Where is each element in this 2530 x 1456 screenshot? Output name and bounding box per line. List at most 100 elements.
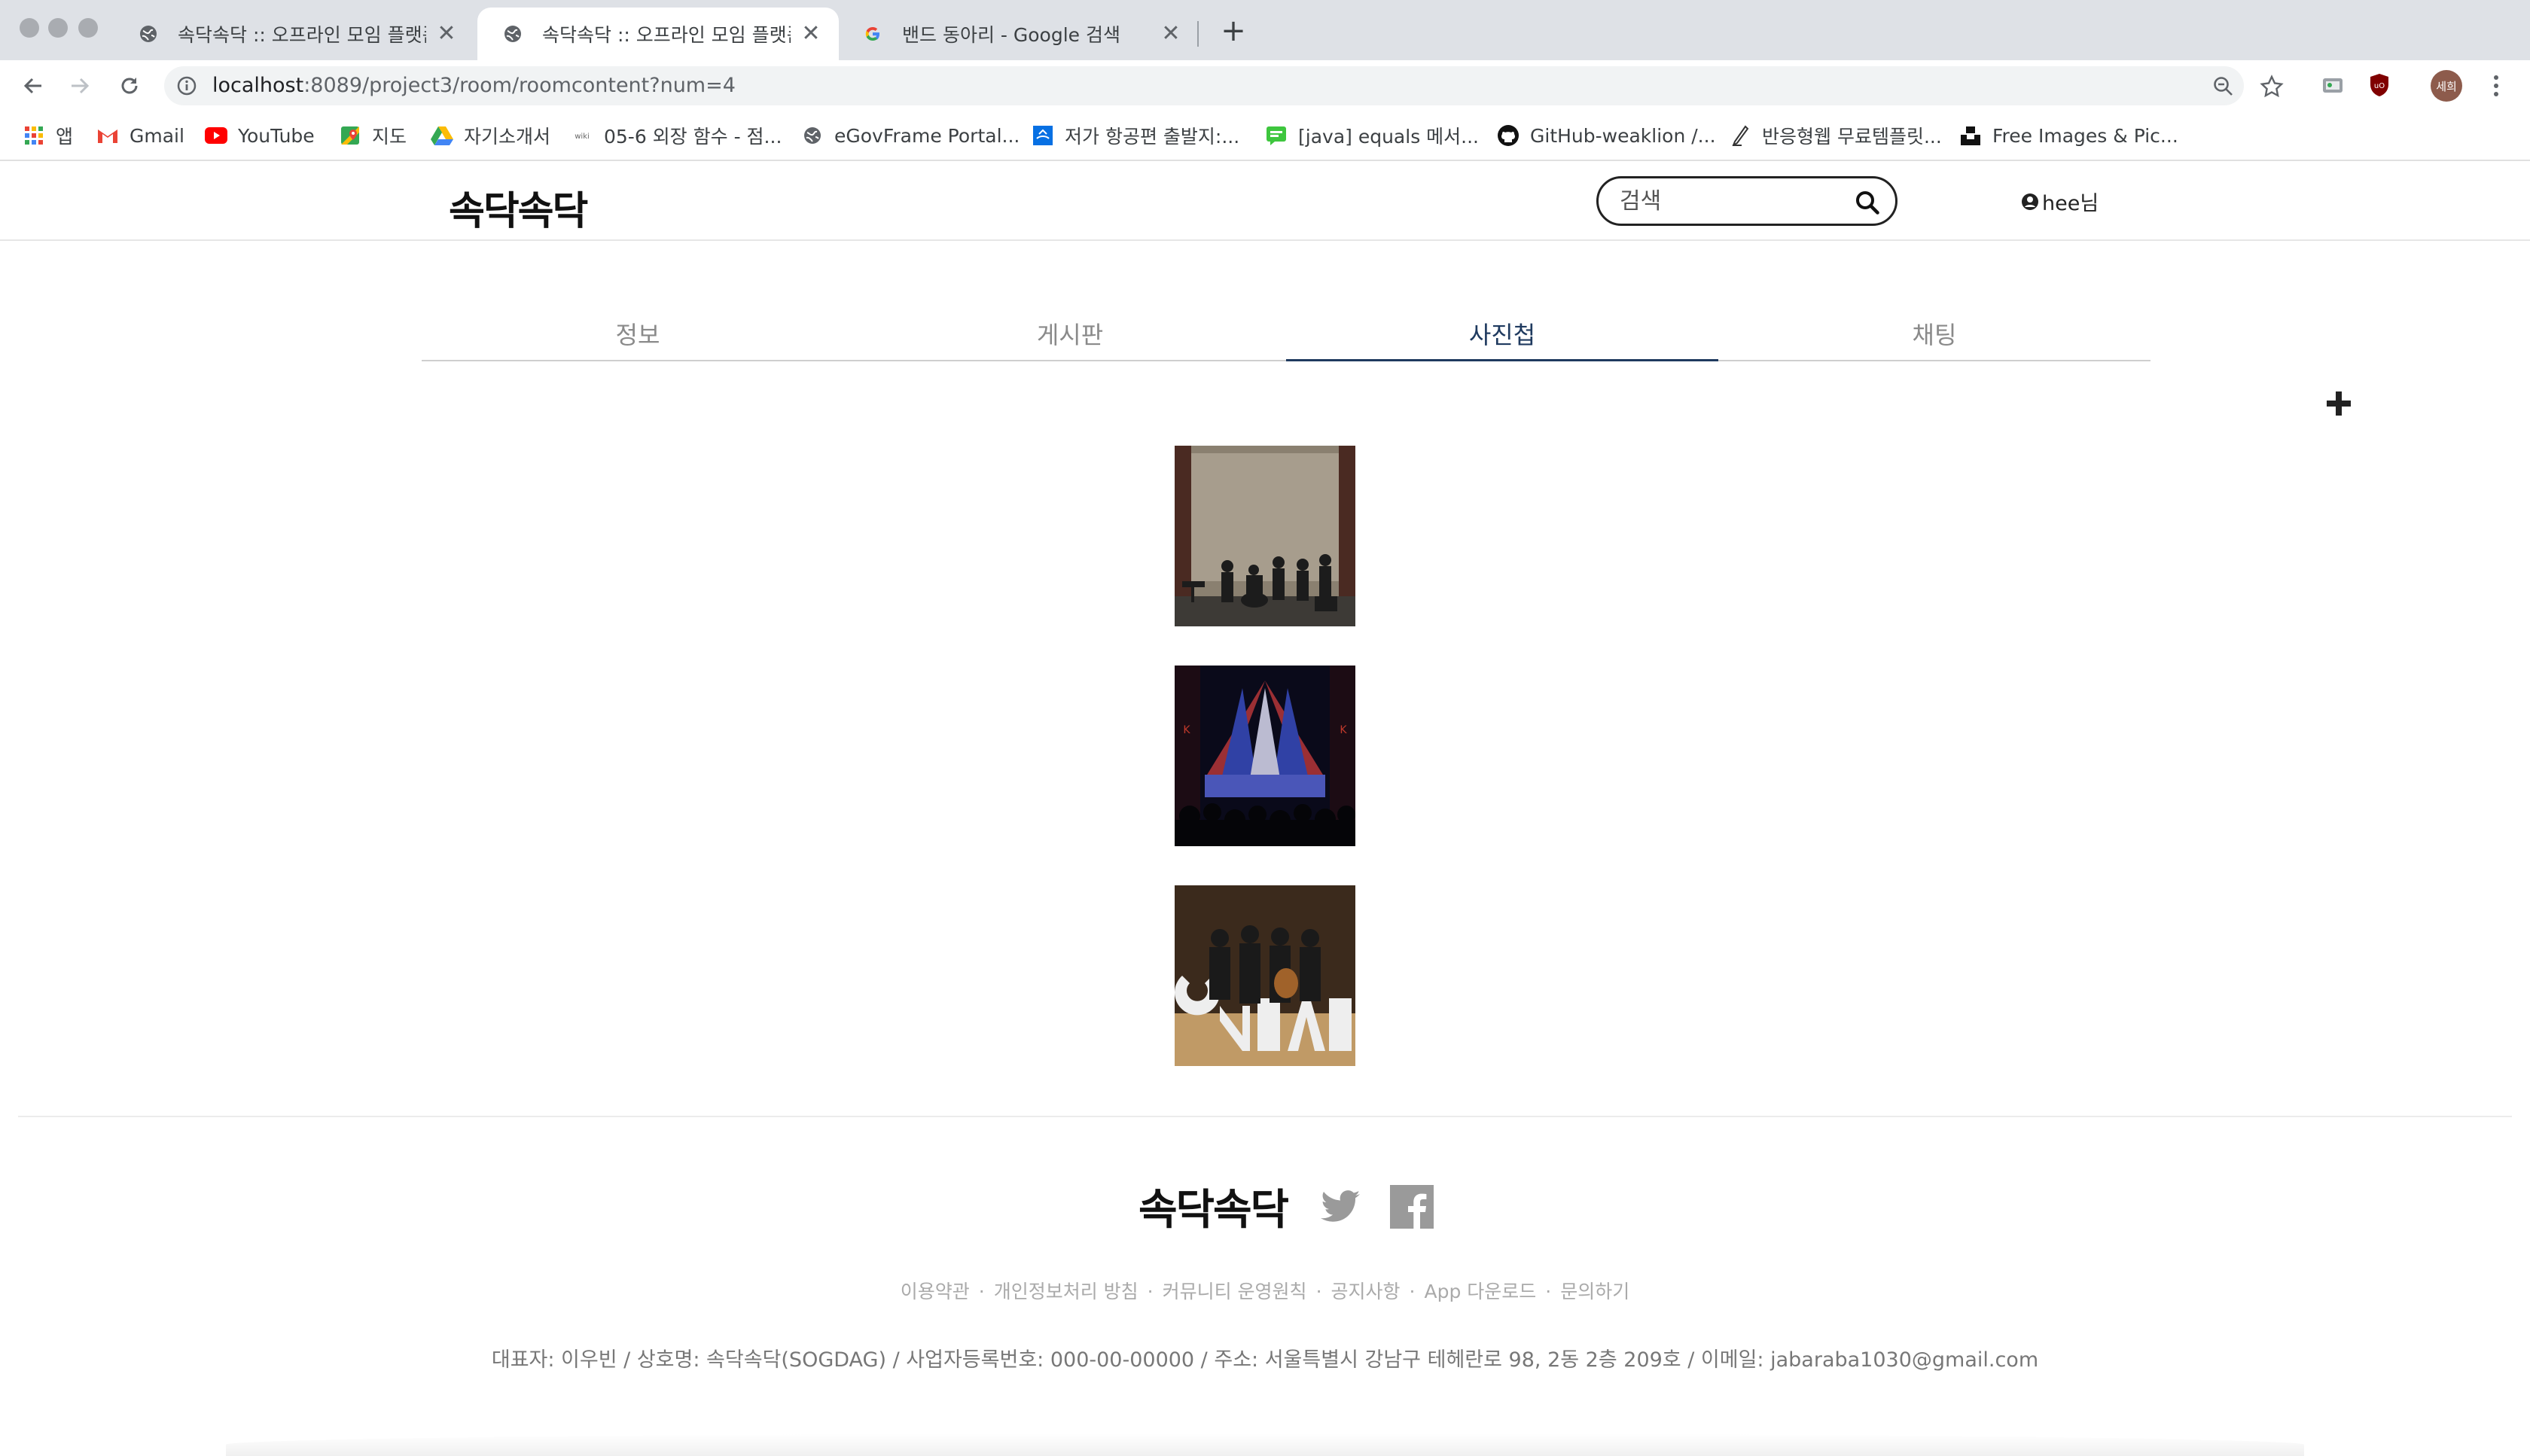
bookmark-label: 저가 항공편 출발지:... bbox=[1065, 126, 1240, 148]
chat-icon bbox=[1265, 124, 1288, 147]
site-logo[interactable]: 속닥속닥 bbox=[449, 179, 588, 236]
site-info-icon[interactable] bbox=[176, 75, 197, 96]
gmail-icon bbox=[96, 124, 119, 147]
footer-link-community-rules[interactable]: 커뮤니티 운영원칙 bbox=[1163, 1281, 1307, 1302]
browser-tab-1[interactable]: 속닥속닥 :: 오프라인 모임 플랫폼 ✕ bbox=[113, 8, 474, 60]
footer-brand: 속닥속닥 bbox=[1138, 1176, 1434, 1237]
close-tab-icon[interactable]: ✕ bbox=[435, 23, 458, 45]
svg-text:K: K bbox=[1340, 724, 1347, 736]
bookmark-gmail[interactable]: Gmail bbox=[96, 120, 184, 151]
window-close-dot[interactable] bbox=[20, 18, 39, 38]
address-bar[interactable]: localhost:8089/project3/room/roomcontent… bbox=[164, 66, 2284, 105]
google-icon bbox=[861, 23, 884, 45]
profile-avatar[interactable]: 세희 bbox=[2431, 70, 2462, 102]
user-circle-icon bbox=[2021, 193, 2039, 211]
bookmark-unsplash[interactable]: Free Images & Pic... bbox=[1959, 120, 2178, 151]
apps-grid-icon bbox=[23, 124, 45, 147]
concert-lights-photo[interactable]: K K bbox=[1175, 666, 1355, 846]
footer-link-contact[interactable]: 문의하기 bbox=[1560, 1281, 1629, 1302]
globe-icon bbox=[137, 23, 160, 45]
tab-board[interactable]: 게시판 bbox=[854, 301, 1286, 360]
new-tab-button[interactable]: + bbox=[1218, 16, 1248, 47]
url-path: :8089/project3/room/roomcontent?num=4 bbox=[303, 74, 736, 97]
plus-icon[interactable] bbox=[2324, 388, 2354, 419]
bookmark-label: Gmail bbox=[130, 124, 184, 147]
close-tab-icon[interactable]: ✕ bbox=[1160, 23, 1182, 45]
twitter-icon[interactable] bbox=[1318, 1184, 1363, 1229]
bookmark-drive[interactable]: 자기소개서 bbox=[431, 120, 550, 151]
bookmark-label: Free Images & Pic... bbox=[1992, 124, 2178, 147]
footer-link-notices[interactable]: 공지사항 bbox=[1331, 1281, 1401, 1302]
wikidocs-icon: wiki bbox=[571, 124, 593, 147]
footer-links: 이용약관 · 개인정보처리 방침 · 커뮤니티 운영원칙 · 공지사항 · App 다운로드 · 문… bbox=[0, 1277, 2530, 1304]
github-icon bbox=[1497, 124, 1520, 147]
reload-icon[interactable] bbox=[113, 69, 146, 102]
svg-text:uO: uO bbox=[2374, 82, 2385, 90]
band-group-photo[interactable] bbox=[1175, 885, 1355, 1066]
bookmark-apps[interactable]: 앱 bbox=[23, 120, 73, 151]
footer-link-separator: · bbox=[1545, 1281, 1552, 1302]
browser-tab-2[interactable]: 속닥속닥 :: 오프라인 모임 플랫폼 ✕ bbox=[477, 8, 839, 60]
bookmark-java-equals[interactable]: [java] equals 메서... bbox=[1265, 120, 1479, 151]
footer-logo[interactable]: 속닥속닥 bbox=[1138, 1176, 1289, 1237]
bookmark-wikidocs[interactable]: wiki 05-6 외장 함수 - 점... bbox=[571, 120, 782, 151]
maps-icon bbox=[339, 124, 361, 147]
forward-arrow-icon[interactable] bbox=[63, 69, 96, 102]
close-tab-icon[interactable]: ✕ bbox=[800, 23, 822, 45]
room-tabs: 정보 게시판 사진첩 채팅 bbox=[422, 301, 2150, 361]
tab-photo-album[interactable]: 사진첩 bbox=[1286, 301, 1718, 361]
footer-divider bbox=[18, 1116, 2512, 1117]
browser-tab-3[interactable]: 밴드 동아리 - Google 검색 ✕ bbox=[837, 8, 1199, 60]
url-text[interactable]: localhost:8089/project3/room/roomcontent… bbox=[212, 74, 736, 97]
browser-menu-icon[interactable] bbox=[2485, 71, 2507, 101]
flight-icon bbox=[1032, 124, 1054, 147]
search-input[interactable] bbox=[1620, 186, 1846, 216]
bookmark-egovframe[interactable]: eGovFrame Portal... bbox=[801, 120, 1020, 151]
bookmarks-bar: 앱 Gmail YouTube 지도 자기소개서 wiki 05-6 외장 함수… bbox=[0, 110, 2530, 161]
bookmark-label: 지도 bbox=[372, 126, 407, 148]
bookmark-label: 앱 bbox=[56, 126, 74, 148]
photo-gallery: K K bbox=[1175, 446, 1355, 1105]
cast-extension-icon[interactable] bbox=[2318, 70, 2348, 100]
svg-text:K: K bbox=[1183, 724, 1190, 736]
window-zoom-dot[interactable] bbox=[78, 18, 98, 38]
bookmark-label: 반응형웹 무료템플릿... bbox=[1762, 126, 1942, 148]
tab-title: 속닥속닥 :: 오프라인 모임 플랫폼 bbox=[542, 24, 791, 46]
unsplash-icon bbox=[1959, 124, 1982, 147]
footer-link-separator: · bbox=[1409, 1281, 1416, 1302]
tab-info[interactable]: 정보 bbox=[422, 301, 854, 360]
search-icon[interactable] bbox=[1855, 190, 1880, 215]
bookmark-label: GitHub-weaklion /... bbox=[1530, 124, 1716, 147]
facebook-icon[interactable] bbox=[1390, 1184, 1434, 1229]
bottom-shadow bbox=[226, 1433, 2304, 1456]
youtube-icon bbox=[205, 124, 227, 147]
bookmark-label: eGovFrame Portal... bbox=[834, 124, 1020, 147]
bookmark-template[interactable]: 반응형웹 무료템플릿... bbox=[1729, 120, 1942, 151]
bookmark-star-icon[interactable] bbox=[2259, 74, 2285, 99]
search-bar bbox=[1596, 176, 1898, 226]
footer-link-app-download[interactable]: App 다운로드 bbox=[1424, 1281, 1536, 1302]
tab-title: 속닥속닥 :: 오프라인 모임 플랫폼 bbox=[178, 24, 426, 46]
bookmark-flights[interactable]: 저가 항공편 출발지:... bbox=[1032, 120, 1239, 151]
footer-link-privacy[interactable]: 개인정보처리 방침 bbox=[994, 1281, 1138, 1302]
back-arrow-icon[interactable] bbox=[17, 69, 50, 102]
bookmark-maps[interactable]: 지도 bbox=[339, 120, 407, 151]
ublock-shield-icon[interactable]: uO bbox=[2364, 70, 2394, 100]
bookmark-label: YouTube bbox=[238, 124, 315, 147]
bookmark-github[interactable]: GitHub-weaklion /... bbox=[1497, 120, 1716, 151]
globe-icon bbox=[801, 124, 824, 147]
tab-separator bbox=[1197, 21, 1199, 47]
window-minimize-dot[interactable] bbox=[48, 18, 68, 38]
footer-link-terms[interactable]: 이용약관 bbox=[901, 1281, 970, 1302]
drive-icon bbox=[431, 124, 453, 147]
zoom-icon[interactable] bbox=[2211, 74, 2236, 99]
tab-chat[interactable]: 채팅 bbox=[1718, 301, 2150, 360]
footer-link-separator: · bbox=[978, 1281, 985, 1302]
bookmark-youtube[interactable]: YouTube bbox=[205, 120, 315, 151]
bookmark-label: 05-6 외장 함수 - 점... bbox=[604, 126, 782, 148]
bookmark-label: [java] equals 메서... bbox=[1298, 126, 1480, 148]
svg-text:wiki: wiki bbox=[575, 133, 590, 141]
band-stage-photo[interactable] bbox=[1175, 446, 1355, 626]
pen-icon bbox=[1729, 124, 1751, 147]
user-menu[interactable]: hee님 bbox=[2021, 187, 2099, 216]
